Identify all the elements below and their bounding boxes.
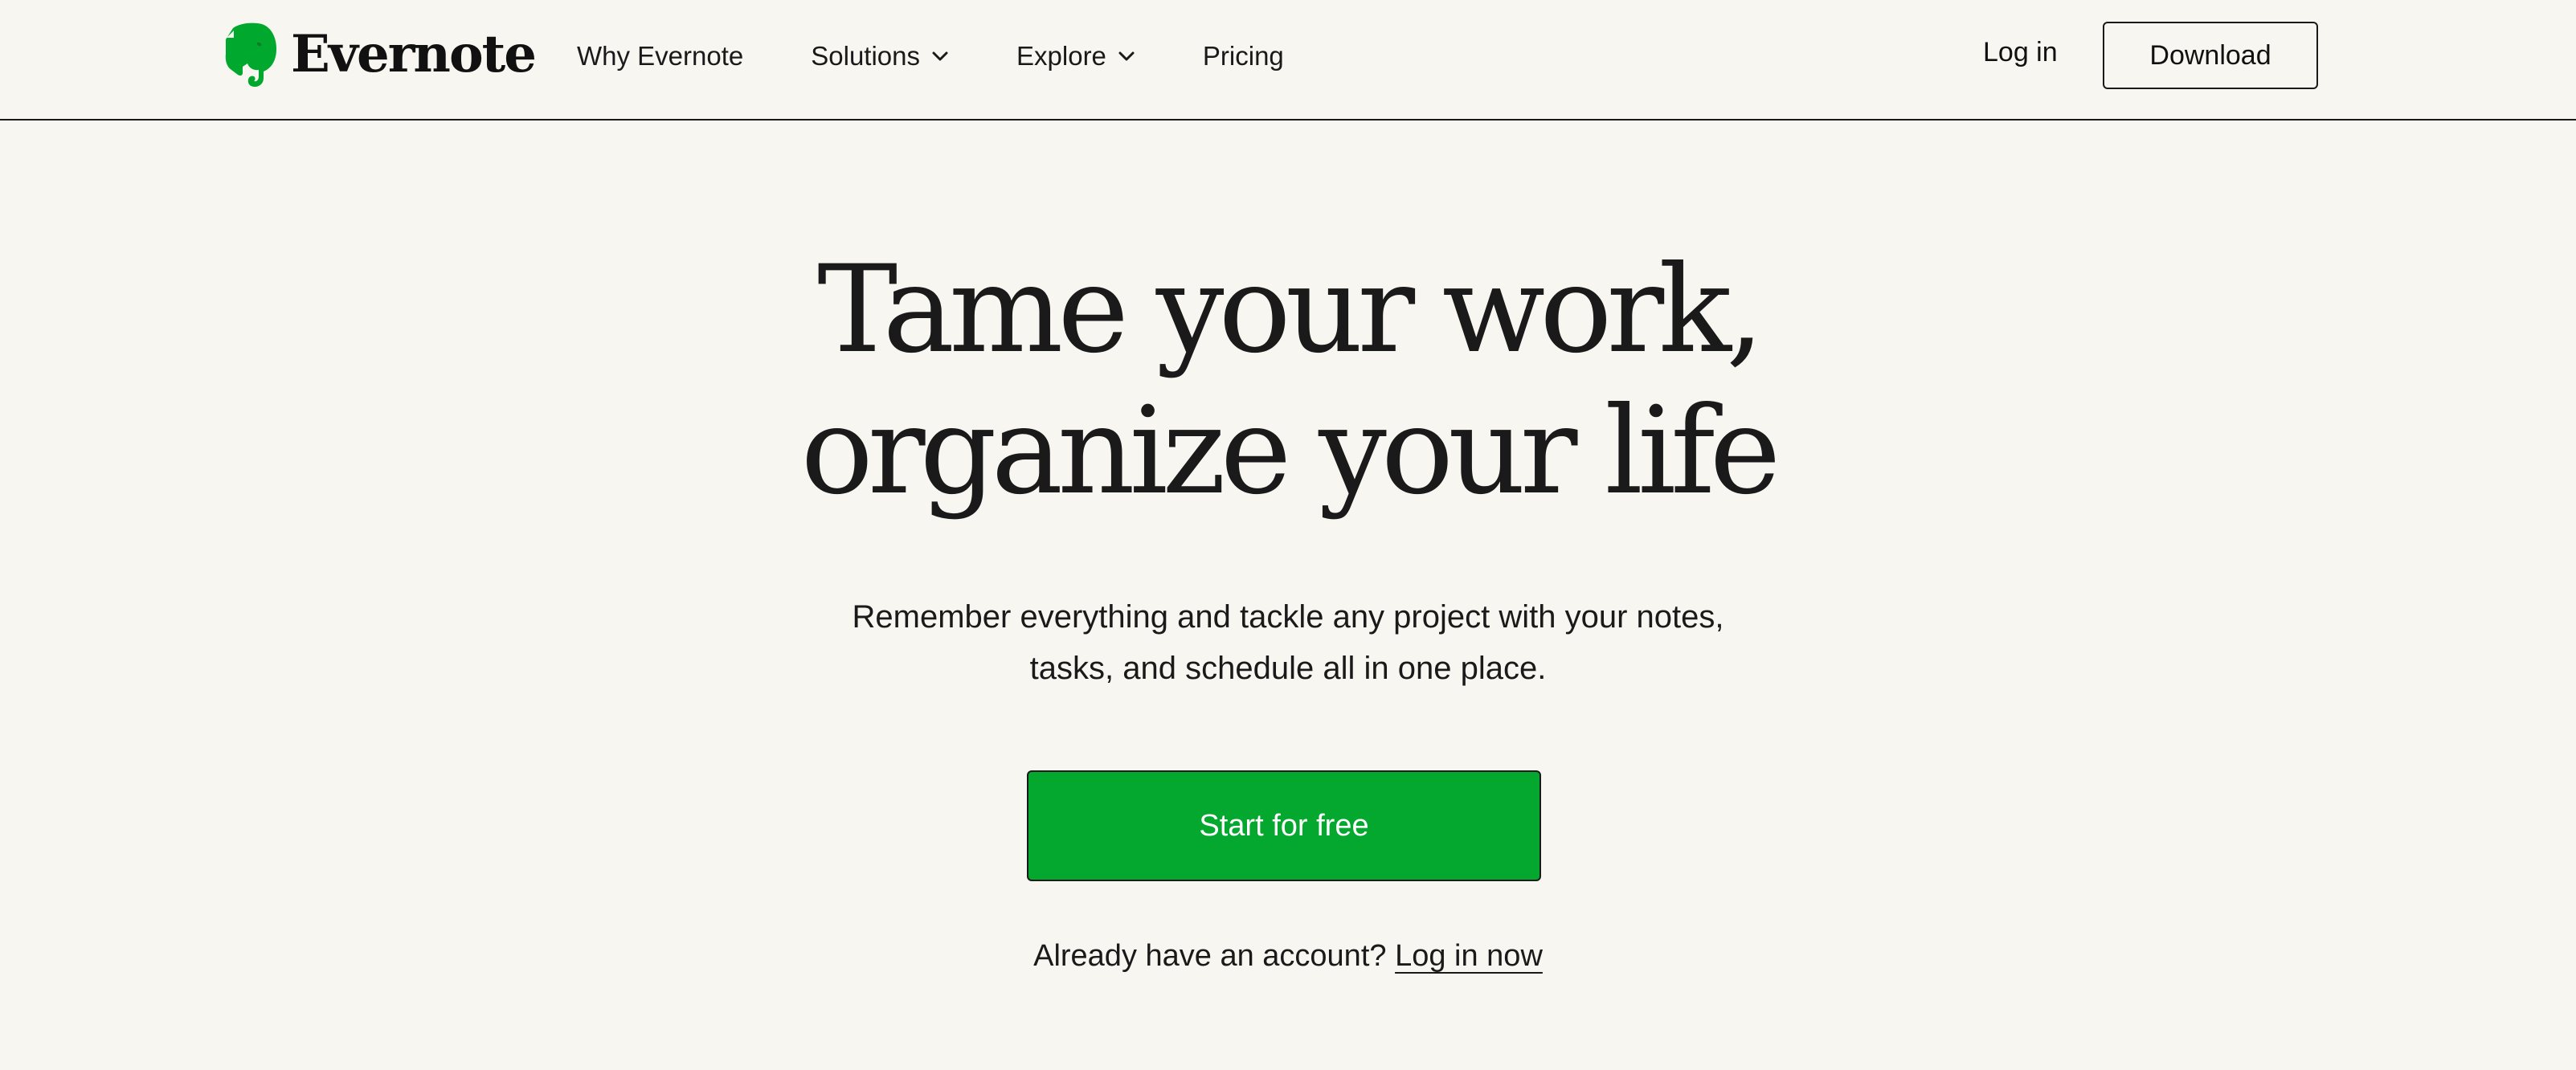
chevron-down-icon (932, 51, 948, 61)
hero-subtitle-line: tasks, and schedule all in one place. (1029, 651, 1547, 686)
start-for-free-button[interactable]: Start for free (1027, 770, 1541, 881)
elephant-icon (225, 22, 276, 88)
hero-subtitle: Remember everything and tackle any proje… (0, 591, 2576, 694)
nav-item-label: Why Evernote (577, 41, 744, 71)
nav-item-explore[interactable]: Explore (1016, 41, 1135, 71)
chevron-down-icon (1118, 51, 1135, 61)
nav-item-solutions[interactable]: Solutions (811, 41, 949, 71)
main-nav: Why Evernote Solutions Explore Pricing (577, 0, 1284, 112)
evernote-logo[interactable]: Evernote (222, 21, 537, 88)
hero-title: Tame your work, organize your life (0, 239, 2576, 522)
account-prompt: Already have an account? Log in now (0, 935, 2576, 977)
site-header: Evernote Why Evernote Solutions Explore … (0, 0, 2576, 120)
nav-item-label: Pricing (1202, 41, 1284, 71)
download-button[interactable]: Download (2103, 22, 2318, 89)
login-link[interactable]: Log in (1983, 37, 2058, 68)
nav-item-why-evernote[interactable]: Why Evernote (577, 41, 743, 71)
hero-subtitle-line: Remember everything and tackle any proje… (852, 599, 1724, 635)
account-prompt-text: Already have an account? (1033, 939, 1387, 973)
nav-item-label: Solutions (811, 41, 921, 71)
hero-title-line: Tame your work, (817, 240, 1764, 380)
nav-item-pricing[interactable]: Pricing (1203, 41, 1284, 71)
nav-item-label: Explore (1016, 41, 1106, 71)
brand-name: Evernote (291, 24, 537, 84)
hero-title-line: organize your life (800, 382, 1781, 521)
login-now-link[interactable]: Log in now (1395, 939, 1543, 973)
